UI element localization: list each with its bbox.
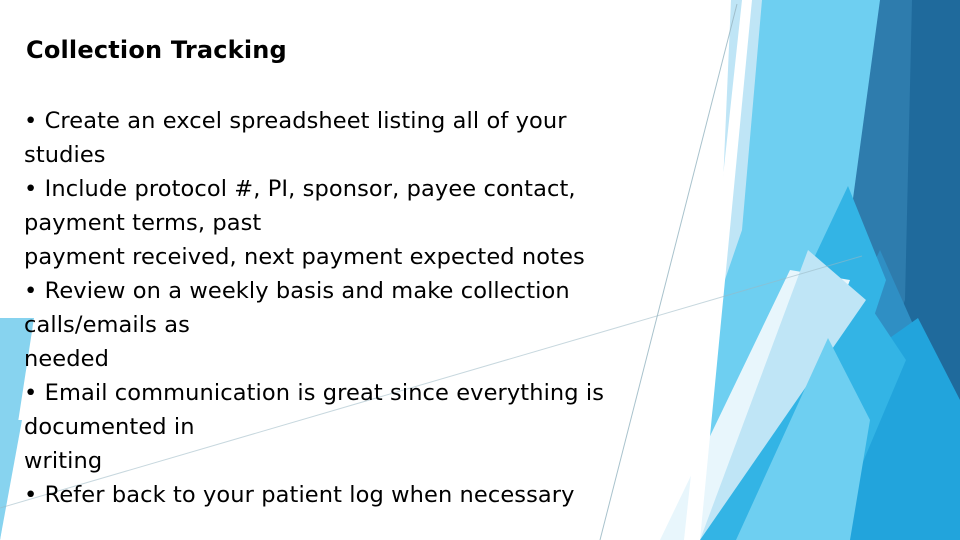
slide-content: Collection Tracking • Create an excel sp… <box>0 0 960 540</box>
list-item: writing <box>24 448 103 474</box>
list-item: payment terms, past <box>24 210 262 236</box>
list-item: documented in <box>24 414 195 440</box>
bullet-list: • Create an excel spreadsheet listing al… <box>24 104 696 512</box>
list-item: needed <box>24 346 109 372</box>
list-item: studies <box>24 142 106 168</box>
page-title: Collection Tracking <box>26 36 287 64</box>
list-item: • Create an excel spreadsheet listing al… <box>24 108 567 134</box>
slide-canvas: Collection Tracking • Create an excel sp… <box>0 0 960 540</box>
list-item: • Email communication is great since eve… <box>24 380 605 406</box>
list-item: payment received, next payment expected … <box>24 244 585 270</box>
list-item: calls/emails as <box>24 312 190 338</box>
list-item: • Refer back to your patient log when ne… <box>24 482 575 508</box>
list-item: • Include protocol #, PI, sponsor, payee… <box>24 176 576 202</box>
list-item: • Review on a weekly basis and make coll… <box>24 278 570 304</box>
